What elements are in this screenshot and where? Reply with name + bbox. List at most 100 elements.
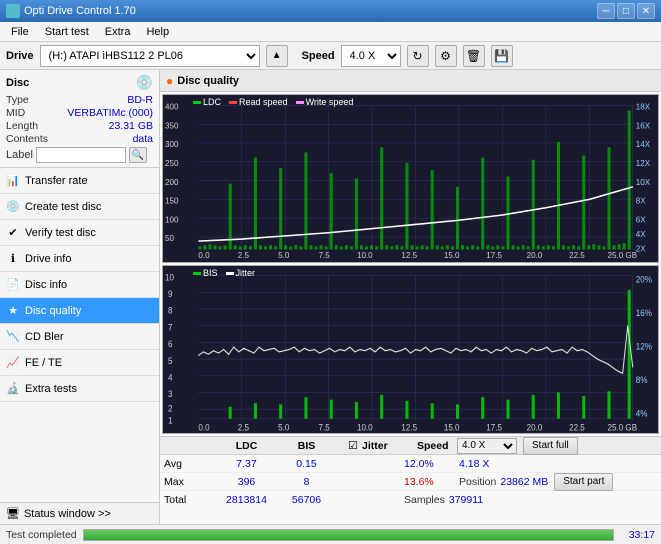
- svg-text:7: 7: [168, 322, 173, 333]
- jitter-legend-dot: [226, 272, 234, 275]
- create-test-disc-icon: 💿: [6, 200, 20, 214]
- menu-file[interactable]: File: [4, 25, 36, 39]
- title-bar: Opti Drive Control 1.70 ─ □ ✕: [0, 0, 661, 22]
- disc-label-row: Label 🔍: [6, 147, 153, 163]
- speed-label: Speed: [302, 50, 335, 62]
- transfer-rate-label: Transfer rate: [25, 175, 88, 187]
- svg-text:4: 4: [168, 372, 173, 383]
- start-full-button[interactable]: Start full: [523, 437, 578, 455]
- sidebar-item-verify-test-disc[interactable]: ✔ Verify test disc: [0, 220, 159, 246]
- writespeed-legend-label: Write speed: [306, 97, 354, 107]
- svg-text:10X: 10X: [636, 178, 651, 187]
- samples-value: 379911: [449, 494, 483, 506]
- drive-select[interactable]: (H:) ATAPI iHBS112 2 PL06: [40, 45, 260, 67]
- sidebar-item-drive-info[interactable]: ℹ Drive info: [0, 246, 159, 272]
- menu-extra[interactable]: Extra: [98, 25, 138, 39]
- speed-select[interactable]: 4.0 X: [341, 45, 401, 67]
- sidebar-item-cd-bler[interactable]: 📉 CD Bler: [0, 324, 159, 350]
- svg-text:6: 6: [168, 338, 173, 349]
- disc-mid-row: MID VERBATIMc (000): [6, 107, 153, 119]
- svg-text:150: 150: [165, 196, 179, 205]
- max-label: Max: [164, 476, 214, 488]
- svg-text:400: 400: [165, 102, 179, 111]
- menu-bar: File Start test Extra Help: [0, 22, 661, 42]
- svg-text:350: 350: [165, 121, 179, 130]
- nav-items: 📊 Transfer rate 💿 Create test disc ✔ Ver…: [0, 168, 159, 502]
- readspeed-legend-label: Read speed: [239, 97, 288, 107]
- svg-text:25.0 GB: 25.0 GB: [607, 251, 637, 260]
- label-search-button[interactable]: 🔍: [129, 147, 147, 163]
- svg-text:4%: 4%: [636, 408, 648, 419]
- refresh-button[interactable]: ↻: [407, 45, 429, 67]
- svg-text:17.5: 17.5: [486, 251, 502, 260]
- readspeed-legend-dot: [229, 101, 237, 104]
- status-window-button[interactable]: 🖥 Status window >>: [0, 502, 159, 524]
- sidebar-item-disc-quality[interactable]: ★ Disc quality: [0, 298, 159, 324]
- svg-text:10.0: 10.0: [357, 422, 373, 433]
- cd-bler-label: CD Bler: [25, 331, 64, 343]
- total-label: Total: [164, 494, 214, 506]
- disc-contents-row: Contents data: [6, 133, 153, 145]
- menu-help[interactable]: Help: [139, 25, 176, 39]
- disc-section-label: Disc: [6, 77, 29, 89]
- disc-info-panel: Disc 💿 Type BD-R MID VERBATIMc (000) Len…: [0, 70, 159, 168]
- save-button[interactable]: 💾: [491, 45, 513, 67]
- ldc-legend-item: LDC: [193, 97, 221, 107]
- svg-text:14X: 14X: [636, 140, 651, 149]
- content-area: ● Disc quality LDC Read speed: [160, 70, 661, 524]
- svg-text:100: 100: [165, 215, 179, 224]
- status-window-icon: 🖥: [6, 507, 20, 520]
- ldc-chart-svg: 18X 16X 14X 12X 10X 8X 6X 4X 2X 400 350 …: [163, 95, 658, 262]
- col-speed: Speed: [417, 440, 457, 452]
- sidebar-item-create-test-disc[interactable]: 💿 Create test disc: [0, 194, 159, 220]
- svg-text:0.0: 0.0: [198, 422, 209, 433]
- maximize-button[interactable]: □: [617, 3, 635, 19]
- readspeed-legend-item: Read speed: [229, 97, 288, 107]
- mid-value: VERBATIMc (000): [67, 107, 153, 119]
- disc-quality-title: Disc quality: [177, 75, 239, 87]
- erase-button[interactable]: 🗑: [463, 45, 485, 67]
- verify-test-disc-icon: ✔: [6, 226, 20, 240]
- bis-chart-legend: BIS Jitter: [193, 268, 255, 278]
- max-bis: 8: [279, 476, 334, 488]
- menu-start-test[interactable]: Start test: [38, 25, 96, 39]
- svg-text:300: 300: [165, 140, 179, 149]
- svg-text:9: 9: [168, 288, 173, 299]
- svg-text:15.0: 15.0: [444, 422, 460, 433]
- position-label: Position: [459, 476, 496, 488]
- jitter-legend-label: Jitter: [236, 268, 256, 278]
- disc-quality-label: Disc quality: [25, 305, 81, 317]
- disc-info-label: Disc info: [25, 279, 67, 291]
- svg-text:5: 5: [168, 355, 173, 366]
- settings-button[interactable]: ⚙: [435, 45, 457, 67]
- speed-selector[interactable]: 4.0 X: [457, 438, 517, 454]
- samples-label: Samples: [404, 494, 445, 506]
- contents-label: Contents: [6, 133, 48, 145]
- svg-text:1: 1: [168, 415, 173, 426]
- avg-ldc: 7.37: [214, 458, 279, 470]
- svg-text:12.5: 12.5: [401, 422, 417, 433]
- type-value: BD-R: [127, 94, 153, 106]
- svg-text:22.5: 22.5: [569, 422, 585, 433]
- svg-text:12%: 12%: [636, 341, 652, 352]
- extra-tests-label: Extra tests: [25, 383, 77, 395]
- svg-text:7.5: 7.5: [319, 251, 331, 260]
- writespeed-legend-item: Write speed: [296, 97, 354, 107]
- start-part-button[interactable]: Start part: [554, 473, 613, 491]
- label-input[interactable]: [36, 147, 126, 163]
- status-text: Test completed: [6, 529, 77, 541]
- sidebar-item-disc-info[interactable]: 📄 Disc info: [0, 272, 159, 298]
- sidebar-item-fe-te[interactable]: 📈 FE / TE: [0, 350, 159, 376]
- svg-text:10: 10: [165, 272, 174, 283]
- ldc-legend-dot: [193, 101, 201, 104]
- bis-chart-container: BIS Jitter: [162, 265, 659, 434]
- progress-bar-fill: [84, 530, 613, 540]
- total-bis: 56706: [279, 494, 334, 506]
- eject-button[interactable]: ▲: [266, 45, 288, 67]
- close-button[interactable]: ✕: [637, 3, 655, 19]
- jitter-checkbox[interactable]: ☑: [348, 439, 362, 452]
- sidebar-item-transfer-rate[interactable]: 📊 Transfer rate: [0, 168, 159, 194]
- sidebar-item-extra-tests[interactable]: 🔬 Extra tests: [0, 376, 159, 402]
- col-bis: BIS: [279, 440, 334, 452]
- minimize-button[interactable]: ─: [597, 3, 615, 19]
